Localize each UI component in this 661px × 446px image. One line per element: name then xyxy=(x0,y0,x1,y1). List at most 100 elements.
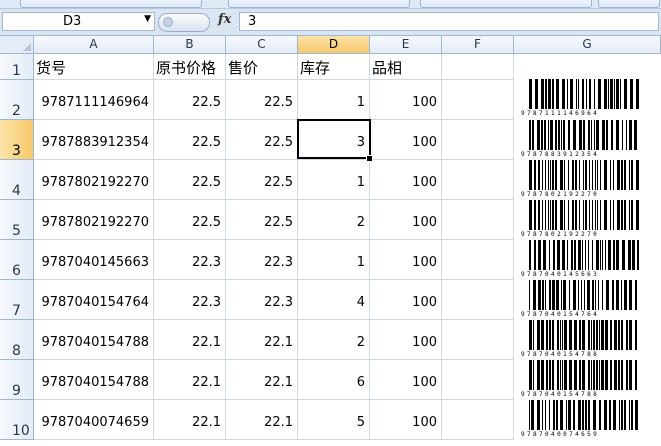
cell-e4[interactable]: 100 xyxy=(370,160,442,200)
cell-a1[interactable]: 货号 xyxy=(34,54,154,80)
cell-a10[interactable]: 9787040074659 xyxy=(34,400,154,440)
column-header-b[interactable]: B xyxy=(154,36,226,54)
chevron-down-icon[interactable]: ▼ xyxy=(144,14,151,24)
row-header-4[interactable]: 4 xyxy=(0,160,34,200)
column-header-c[interactable]: C xyxy=(226,36,298,54)
ribbon-button[interactable] xyxy=(228,0,410,8)
cell-f6[interactable] xyxy=(442,240,514,280)
cell-f2[interactable] xyxy=(442,80,514,120)
ribbon-button[interactable] xyxy=(598,0,660,8)
column-header-f[interactable]: F xyxy=(442,36,514,54)
cell-value: 1 xyxy=(356,175,365,190)
cell-b5[interactable]: 22.5 xyxy=(154,200,226,240)
cell-b10[interactable]: 22.1 xyxy=(154,400,226,440)
column-header-a[interactable]: A xyxy=(34,36,154,54)
row-header-6[interactable]: 6 xyxy=(0,240,34,280)
cell-f3[interactable] xyxy=(442,120,514,160)
cell-c10[interactable]: 22.1 xyxy=(226,400,298,440)
ribbon-button[interactable] xyxy=(20,0,202,8)
cell-f10[interactable] xyxy=(442,400,514,440)
cell-d10[interactable]: 5 xyxy=(298,400,370,440)
formula-bar-toggle[interactable] xyxy=(158,13,210,32)
cell-e6[interactable]: 100 xyxy=(370,240,442,280)
resize-handle-icon[interactable] xyxy=(163,17,173,27)
ribbon-button[interactable] xyxy=(420,0,592,8)
cell-value: 9787040074659 xyxy=(41,415,149,430)
svg-text:9787040154764: 9787040154764 xyxy=(521,311,599,318)
cell-e8[interactable]: 100 xyxy=(370,320,442,360)
cell-c6[interactable]: 22.3 xyxy=(226,240,298,280)
cell-c4[interactable]: 22.5 xyxy=(226,160,298,200)
cell-a9[interactable]: 9787040154788 xyxy=(34,360,154,400)
column-header-g[interactable]: G xyxy=(514,36,661,54)
fill-handle[interactable] xyxy=(366,155,373,162)
cell-e7[interactable]: 100 xyxy=(370,280,442,320)
row-header-10[interactable]: 10 xyxy=(0,400,34,440)
cell-a6[interactable]: 9787040145663 xyxy=(34,240,154,280)
cell-d5[interactable]: 2 xyxy=(298,200,370,240)
cell-c7[interactable]: 22.3 xyxy=(226,280,298,320)
select-all-button[interactable] xyxy=(0,36,34,54)
active-cell-border xyxy=(297,119,371,159)
cell-d4[interactable]: 1 xyxy=(298,160,370,200)
column-header-d[interactable]: D xyxy=(298,36,370,54)
cell-value: 100 xyxy=(412,215,437,230)
cell-d6[interactable]: 1 xyxy=(298,240,370,280)
cell-a2[interactable]: 9787111146964 xyxy=(34,80,154,120)
cell-e2[interactable]: 100 xyxy=(370,80,442,120)
cell-f8[interactable] xyxy=(442,320,514,360)
cell-a8[interactable]: 9787040154788 xyxy=(34,320,154,360)
cell-b4[interactable]: 22.5 xyxy=(154,160,226,200)
cell-f1[interactable] xyxy=(442,54,514,80)
row-header-5[interactable]: 5 xyxy=(0,200,34,240)
cell-b9[interactable]: 22.1 xyxy=(154,360,226,400)
cell-c8[interactable]: 22.1 xyxy=(226,320,298,360)
cell-a4[interactable]: 9787802192270 xyxy=(34,160,154,200)
row-number: 9 xyxy=(12,383,21,399)
cell-d2[interactable]: 1 xyxy=(298,80,370,120)
cell-b8[interactable]: 22.1 xyxy=(154,320,226,360)
cell-f9[interactable] xyxy=(442,360,514,400)
cell-value: 22.5 xyxy=(192,95,221,110)
cell-a7[interactable]: 9787040154764 xyxy=(34,280,154,320)
cell-e5[interactable]: 100 xyxy=(370,200,442,240)
cell-e10[interactable]: 100 xyxy=(370,400,442,440)
cell-b6[interactable]: 22.3 xyxy=(154,240,226,280)
row-header-2[interactable]: 2 xyxy=(0,80,34,120)
cell-d1[interactable]: 库存 xyxy=(298,54,370,80)
cell-e3[interactable]: 100 xyxy=(370,120,442,160)
cell-f5[interactable] xyxy=(442,200,514,240)
row-header-9[interactable]: 9 xyxy=(0,360,34,400)
row-number: 7 xyxy=(12,303,21,319)
cell-value: 100 xyxy=(412,335,437,350)
svg-text:9787111146964: 9787111146964 xyxy=(521,110,599,117)
cell-d8[interactable]: 2 xyxy=(298,320,370,360)
cell-c9[interactable]: 22.1 xyxy=(226,360,298,400)
row-header-1[interactable]: 1 xyxy=(0,54,34,80)
cell-d7[interactable]: 4 xyxy=(298,280,370,320)
cell-a5[interactable]: 9787802192270 xyxy=(34,200,154,240)
cell-a3[interactable]: 9787883912354 xyxy=(34,120,154,160)
cell-c3[interactable]: 22.5 xyxy=(226,120,298,160)
cell-value: 22.5 xyxy=(264,175,293,190)
row-header-3[interactable]: 3 xyxy=(0,120,34,160)
row-header-8[interactable]: 8 xyxy=(0,320,34,360)
insert-function-icon[interactable]: fx xyxy=(218,12,231,27)
cell-e1[interactable]: 品相 xyxy=(370,54,442,80)
svg-text:9787883912354: 9787883912354 xyxy=(521,151,599,158)
cell-b1[interactable]: 原书价格 xyxy=(154,54,226,80)
cell-b3[interactable]: 22.5 xyxy=(154,120,226,160)
cell-f7[interactable] xyxy=(442,280,514,320)
cell-c5[interactable]: 22.5 xyxy=(226,200,298,240)
row-header-7[interactable]: 7 xyxy=(0,280,34,320)
cell-b2[interactable]: 22.5 xyxy=(154,80,226,120)
cell-f4[interactable] xyxy=(442,160,514,200)
cell-b7[interactable]: 22.3 xyxy=(154,280,226,320)
formula-input[interactable]: 3 xyxy=(239,12,659,31)
cell-d9[interactable]: 6 xyxy=(298,360,370,400)
name-box[interactable]: D3 ▼ xyxy=(2,12,155,31)
cell-c2[interactable]: 22.5 xyxy=(226,80,298,120)
cell-e9[interactable]: 100 xyxy=(370,360,442,400)
cell-c1[interactable]: 售价 xyxy=(226,54,298,80)
column-header-e[interactable]: E xyxy=(370,36,442,54)
